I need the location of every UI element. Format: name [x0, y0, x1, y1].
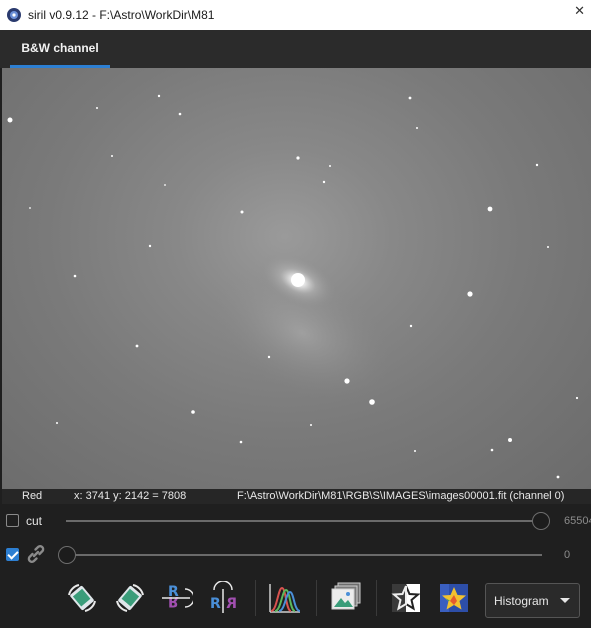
mirror-x-icon: R R [162, 584, 193, 609]
cut-checkbox[interactable] [6, 514, 19, 527]
toolbar-separator [316, 580, 317, 616]
link-icon[interactable] [24, 542, 48, 571]
svg-text:R: R [168, 593, 179, 609]
display-mode-value: Histogram [494, 593, 549, 608]
tab-bar: B&W channel [0, 30, 591, 68]
rotate-left-icon [68, 584, 96, 612]
chevron-down-icon [560, 598, 570, 603]
low-slider-thumb[interactable] [58, 546, 76, 564]
astro-image [7, 94, 579, 479]
negative-view-button[interactable] [388, 580, 424, 616]
svg-text:R: R [210, 596, 221, 612]
toolbar-separator [376, 580, 377, 616]
high-slider-track[interactable] [66, 520, 541, 522]
image-stack-icon [331, 582, 361, 610]
high-slider-thumb[interactable] [532, 512, 550, 530]
mirror-y-icon: R R [210, 581, 237, 613]
image-toolbar: R R R R Histogram [0, 570, 591, 628]
file-path: F:\Astro\WorkDir\M81\RGB\S\IMAGES\images… [237, 490, 565, 502]
window-title: siril v0.9.12 - F:\Astro\WorkDir\M81 [28, 8, 215, 22]
histogram-curves-button[interactable] [267, 580, 303, 616]
high-value[interactable]: 65504 [564, 515, 591, 527]
rotate-left-button[interactable] [64, 580, 100, 616]
pixel-coordinates: x: 3741 y: 2142 = 7808 [74, 490, 187, 502]
cut-label: cut [26, 514, 43, 528]
low-row: 0 [0, 540, 591, 570]
rotate-right-button[interactable] [112, 580, 148, 616]
toolbar-separator [255, 580, 256, 616]
status-bar: Red x: 3741 y: 2142 = 7808 F:\Astro\Work… [2, 489, 591, 504]
low-slider-track[interactable] [66, 554, 542, 556]
tab-bw-channel[interactable]: B&W channel [10, 30, 110, 68]
histogram-curves-icon [269, 584, 301, 613]
svg-text:R: R [226, 596, 237, 612]
image-stack-button[interactable] [328, 580, 364, 616]
negative-view-icon [391, 583, 421, 612]
color-palette-icon [440, 584, 468, 612]
window-titlebar: siril v0.9.12 - F:\Astro\WorkDir\M81 ✕ [0, 0, 591, 30]
mirror-x-button[interactable]: R R [158, 580, 194, 616]
mirror-y-button[interactable]: R R [205, 580, 241, 616]
cut-row: cut 65504 [0, 506, 591, 536]
image-canvas[interactable] [2, 68, 591, 489]
siril-app-icon [6, 7, 22, 23]
color-palette-button[interactable] [436, 580, 472, 616]
low-value[interactable]: 0 [564, 549, 570, 561]
channel-label: Red [22, 490, 43, 502]
display-mode-select[interactable]: Histogram [485, 583, 580, 618]
link-checkbox[interactable] [6, 548, 19, 561]
rotate-right-icon [116, 584, 144, 612]
close-icon[interactable]: ✕ [574, 3, 585, 19]
tab-label: B&W channel [21, 40, 99, 55]
galaxy-nucleus [291, 273, 305, 287]
